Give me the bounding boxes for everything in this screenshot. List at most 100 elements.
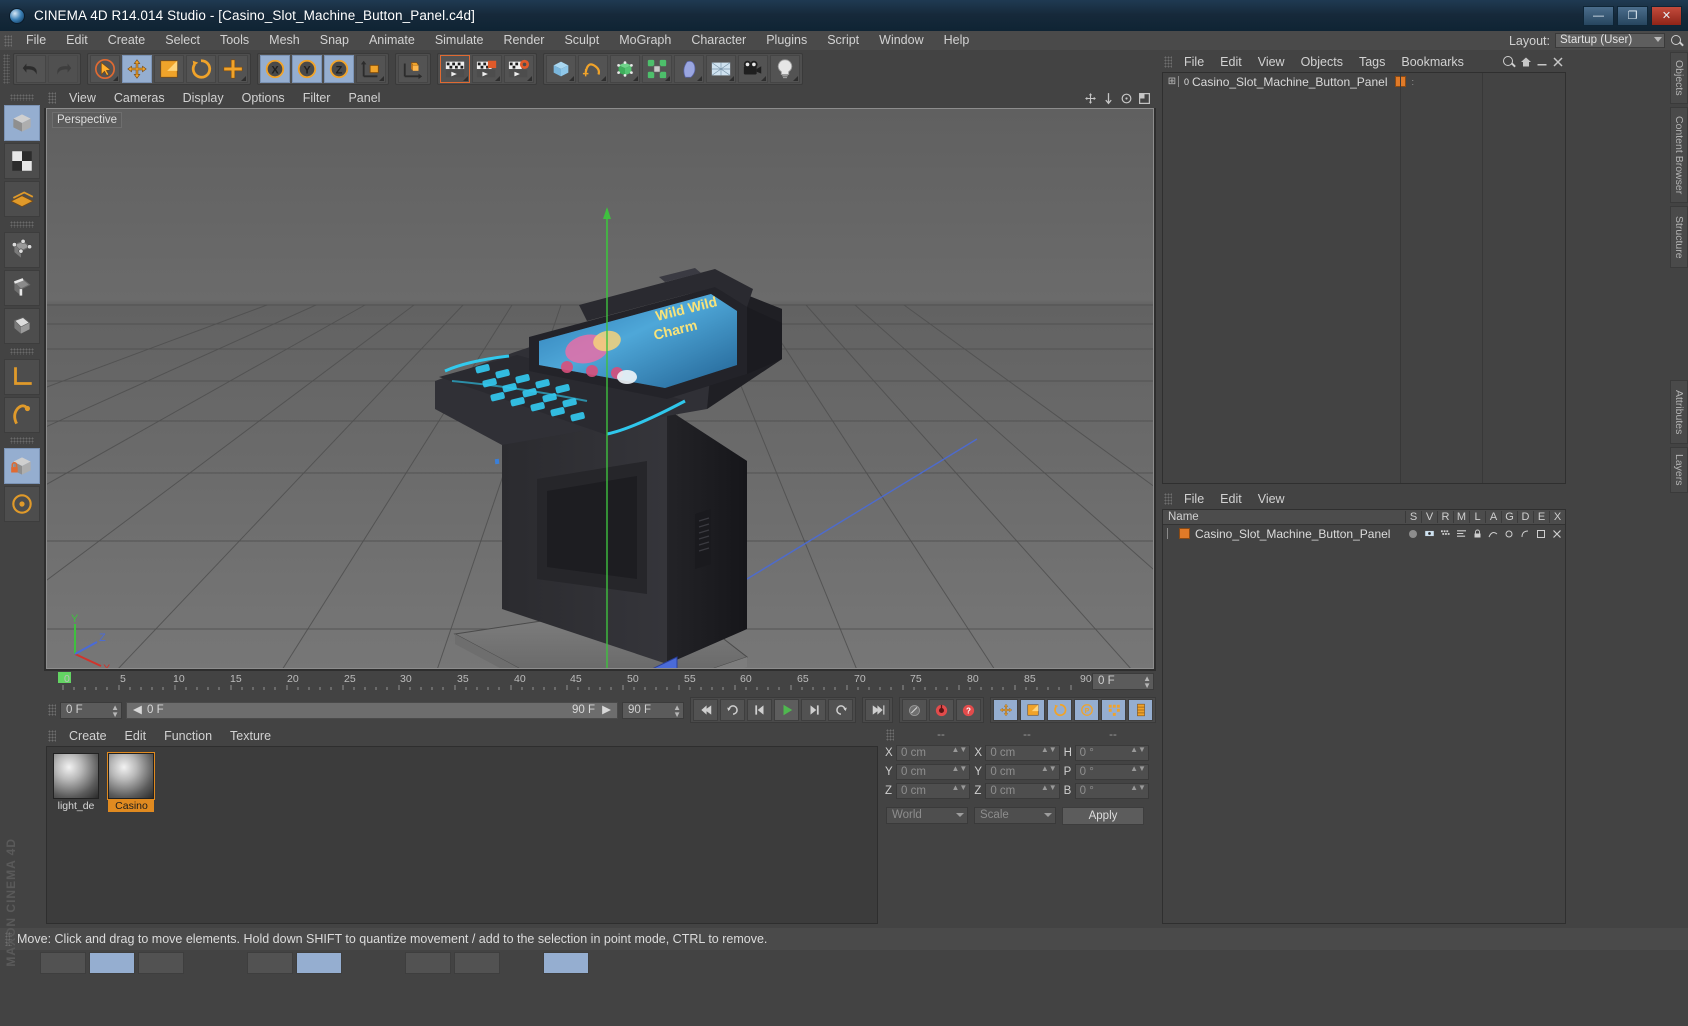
cube-primitive-icon[interactable] (546, 55, 576, 83)
apply-button[interactable]: Apply (1062, 807, 1144, 825)
menu-simulate[interactable]: Simulate (425, 31, 494, 50)
layer-table[interactable]: Name S V R M L A G D E X Casino_Slot_Mac… (1162, 509, 1566, 924)
material-swatch[interactable] (53, 753, 99, 799)
step-back-icon[interactable] (747, 699, 772, 721)
layer-menu-edit[interactable]: Edit (1212, 492, 1250, 506)
add-cross-icon[interactable] (218, 55, 248, 83)
axis-z-icon[interactable]: Z (324, 55, 354, 83)
object-axis-icon[interactable] (398, 55, 428, 83)
minimize-icon[interactable] (1536, 56, 1548, 68)
object-menu-edit[interactable]: Edit (1212, 55, 1250, 69)
layer-col-v[interactable]: V (1421, 511, 1437, 523)
workplane-mode-icon[interactable] (4, 181, 40, 217)
menu-sculpt[interactable]: Sculpt (554, 31, 609, 50)
coord-field-size-x[interactable]: 0 cm ▲▼ (985, 745, 1060, 761)
stepper-icon[interactable]: ▲▼ (951, 784, 967, 792)
left-palette-grip[interactable] (10, 94, 34, 101)
viewport-menu-panel[interactable]: Panel (339, 88, 389, 108)
render-settings-icon[interactable] (504, 55, 534, 83)
menu-animate[interactable]: Animate (359, 31, 425, 50)
material-swatch[interactable] (108, 753, 155, 799)
mograph-cloner-icon[interactable] (642, 55, 672, 83)
render-view-icon[interactable] (440, 55, 470, 83)
scrub-left-arrow-icon[interactable]: ◀ (133, 703, 142, 718)
bottom-button[interactable] (40, 952, 86, 974)
coord-field-size-y[interactable]: 0 cm ▲▼ (985, 764, 1060, 780)
search-icon[interactable] (1502, 55, 1516, 69)
layer-menu-file[interactable]: File (1176, 492, 1212, 506)
layer-col-m[interactable]: M (1453, 511, 1469, 523)
menu-window[interactable]: Window (869, 31, 933, 50)
enable-snap-icon[interactable] (4, 397, 40, 433)
generator-nurbs-icon[interactable] (610, 55, 640, 83)
rotation-key-icon[interactable] (1047, 699, 1072, 721)
object-menu-objects[interactable]: Objects (1293, 55, 1351, 69)
record-icon[interactable] (929, 699, 954, 721)
end-frame-field[interactable]: 90 F ▲ ▼ (622, 701, 684, 719)
redo-icon[interactable] (48, 55, 78, 83)
menu-mograph[interactable]: MoGraph (609, 31, 681, 50)
tab-attribut es[interactable]: Attributes (1670, 380, 1688, 444)
stepper-icon[interactable]: ▲▼ (1130, 746, 1146, 754)
toolbar-grip[interactable] (3, 54, 10, 84)
tab-layers[interactable]: Layers (1670, 447, 1688, 493)
viewport-menu-filter[interactable]: Filter (294, 88, 340, 108)
menu-snap[interactable]: Snap (310, 31, 359, 50)
search-icon[interactable] (1670, 34, 1684, 48)
step-forward-icon[interactable] (801, 699, 826, 721)
lock-axis-icon[interactable] (4, 448, 40, 484)
menu-select[interactable]: Select (155, 31, 210, 50)
left-palette-grip-3[interactable] (10, 348, 34, 355)
keyframe-selection-icon[interactable]: ? (956, 699, 981, 721)
current-frame-field[interactable]: 0 F ▲ ▼ (1092, 673, 1154, 690)
play-icon[interactable] (774, 699, 799, 721)
scale-key-icon[interactable] (1020, 699, 1045, 721)
replay-icon[interactable] (828, 699, 853, 721)
layer-row[interactable]: Casino_Slot_Machine_Button_Panel (1163, 525, 1565, 542)
object-menu-bookmarks[interactable]: Bookmarks (1393, 55, 1472, 69)
menu-plugins[interactable]: Plugins (756, 31, 817, 50)
menu-character[interactable]: Character (681, 31, 756, 50)
parameter-key-icon[interactable]: P (1074, 699, 1099, 721)
object-tree[interactable]: ⊞ 0 Casino_Slot_Machine_Button_Panel : (1162, 72, 1566, 484)
viewport-menu-display[interactable]: Display (174, 88, 233, 108)
stepper-icon[interactable]: ▲▼ (951, 746, 967, 754)
coord-field-pos-x[interactable]: 0 cm ▲▼ (896, 745, 971, 761)
layer-solo-toggle[interactable] (1405, 529, 1421, 538)
menu-grip[interactable] (4, 34, 12, 47)
bottom-button[interactable] (138, 952, 184, 974)
material-item[interactable]: light_de (53, 753, 99, 812)
viewport-menu-cameras[interactable]: Cameras (105, 88, 174, 108)
move-icon[interactable] (122, 55, 152, 83)
timeline-ruler[interactable]: 0 5 10 15 20 25 30 35 40 45 50 55 60 65 70 75 80 85 … (44, 671, 1156, 691)
menu-script[interactable]: Script (817, 31, 869, 50)
material-menu-texture[interactable]: Texture (221, 729, 280, 743)
render-region-icon[interactable] (472, 55, 502, 83)
layer-visible-toggle[interactable] (1421, 529, 1437, 538)
undo-icon[interactable] (16, 55, 46, 83)
tab-objects[interactable]: Objects (1670, 52, 1688, 104)
bottom-button[interactable] (247, 952, 293, 974)
menu-mesh[interactable]: Mesh (259, 31, 310, 50)
pan-view-icon[interactable] (1084, 92, 1097, 105)
spline-pen-icon[interactable] (578, 55, 608, 83)
start-frame-field[interactable]: 0 F ▲ ▼ (60, 701, 122, 719)
viewport-grip[interactable] (48, 92, 56, 104)
polygons-mode-icon[interactable] (4, 308, 40, 344)
model-mode-icon[interactable] (4, 105, 40, 141)
coordinate-mode-select[interactable]: Scale (974, 807, 1056, 824)
coordinate-system-select[interactable]: World (886, 807, 968, 824)
light-icon[interactable] (770, 55, 800, 83)
coord-field-rot-p[interactable]: 0 ° ▲▼ (1074, 764, 1149, 780)
layout-select[interactable]: Startup (User) (1555, 33, 1665, 48)
layer-col-x[interactable]: X (1549, 511, 1565, 523)
close-icon[interactable] (1552, 56, 1564, 68)
bottom-button[interactable] (296, 952, 342, 974)
expander-icon[interactable]: ⊞ (1166, 76, 1178, 87)
rotate-view-icon[interactable] (1120, 92, 1133, 105)
layer-col-a[interactable]: A (1485, 511, 1501, 523)
coord-field-size-z[interactable]: 0 cm ▲▼ (985, 783, 1060, 799)
coord-field-rot-b[interactable]: 0 ° ▲▼ (1074, 783, 1149, 799)
layer-grip[interactable] (1164, 493, 1172, 505)
layer-manager-toggle[interactable] (1453, 529, 1469, 538)
